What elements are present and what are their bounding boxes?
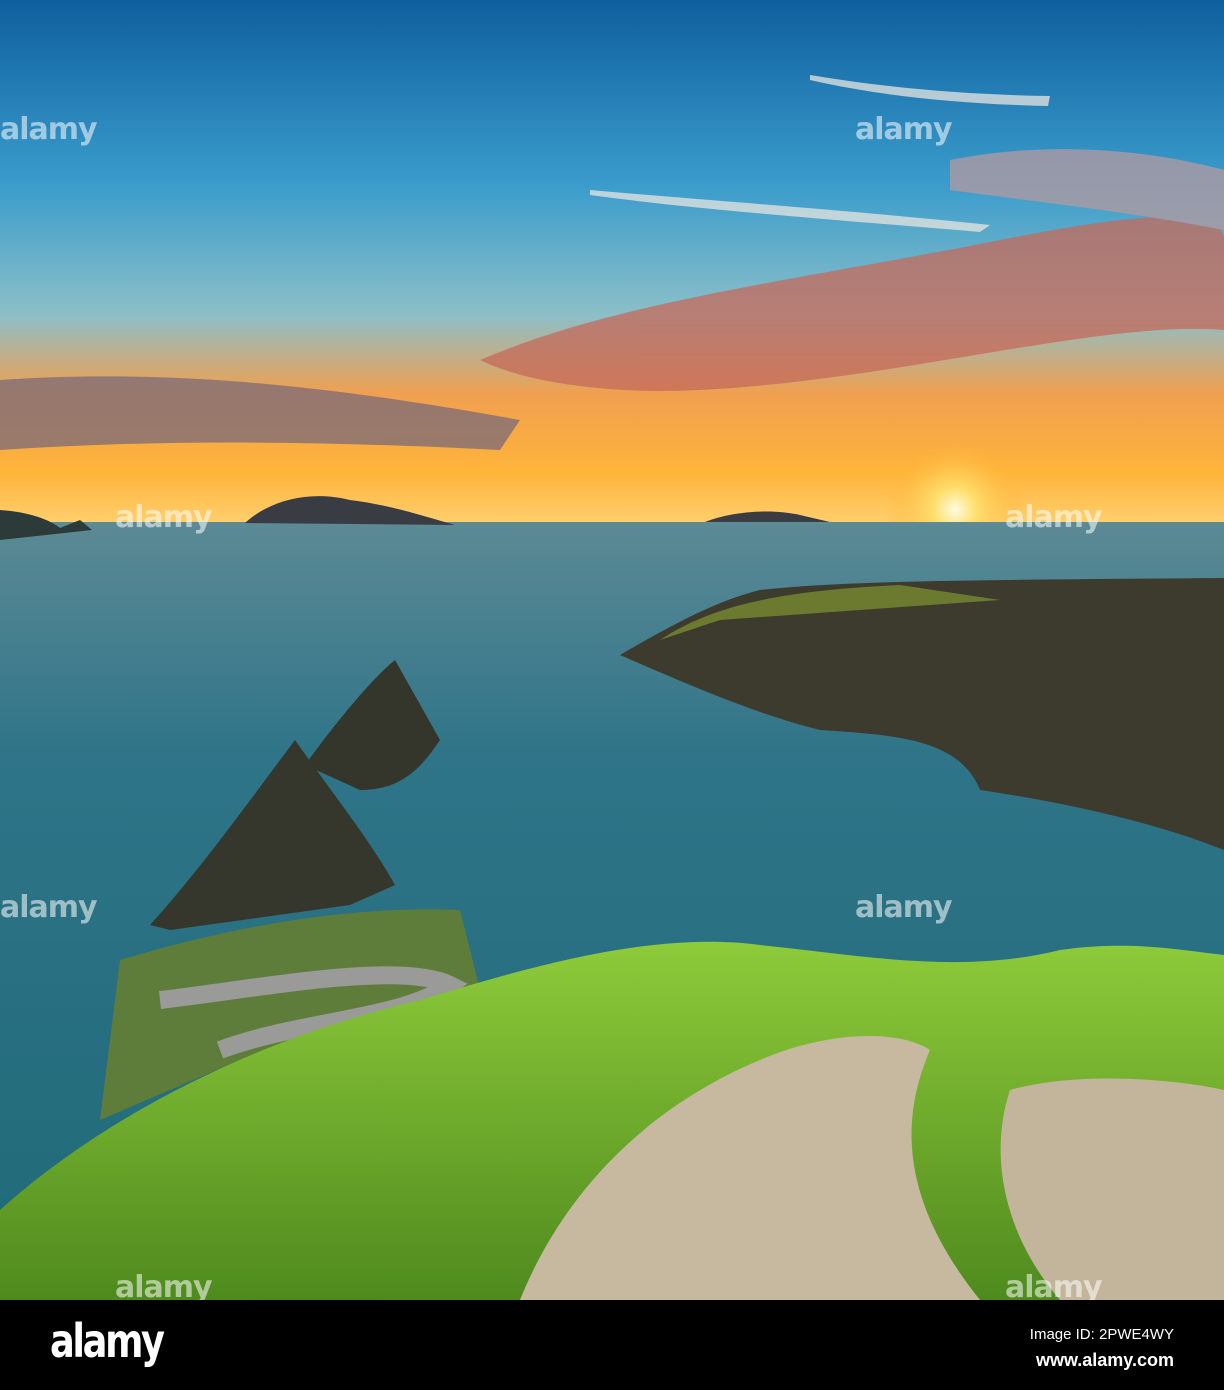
watermark: alamy	[1005, 500, 1103, 535]
watermark: alamy	[0, 112, 98, 147]
site-url: www.alamy.com	[1035, 1350, 1174, 1370]
watermark: alamy	[0, 890, 98, 925]
watermark: alamy	[115, 500, 213, 535]
watermark: alamy	[855, 112, 953, 147]
image-id: Image ID: 2PWE4WY	[1029, 1326, 1174, 1343]
watermark: alamy	[855, 890, 953, 925]
footer-bar: alamy Image ID: 2PWE4WY www.alamy.com	[0, 1300, 1224, 1390]
alamy-logo: alamy	[50, 1314, 165, 1368]
coastal-sunset-photo	[0, 0, 1224, 1300]
